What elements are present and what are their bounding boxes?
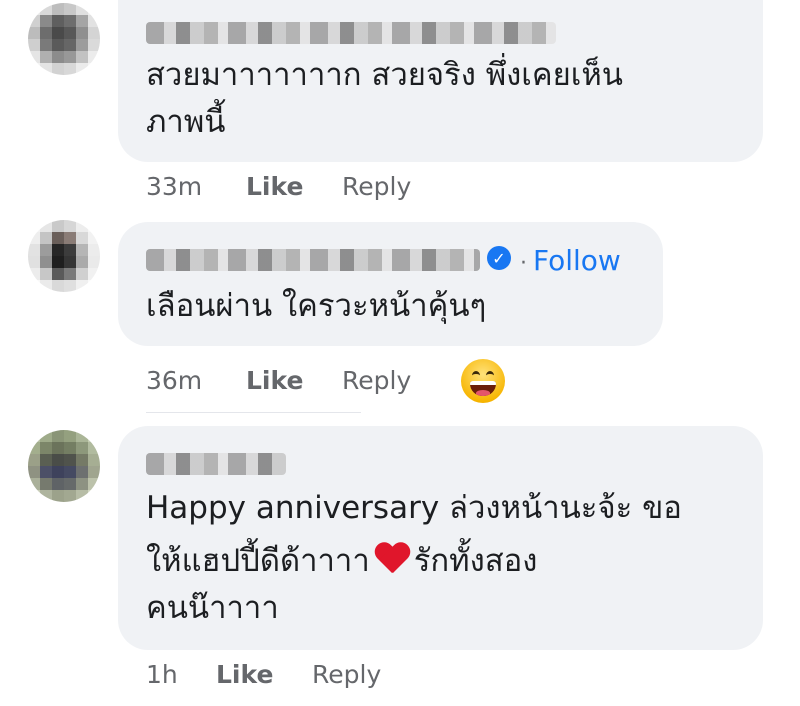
red-heart-emoji-icon bbox=[374, 543, 410, 575]
author-name-redacted[interactable] bbox=[146, 22, 556, 44]
verified-badge-icon: ✓ bbox=[487, 246, 511, 270]
comment-timestamp[interactable]: 36m bbox=[146, 366, 246, 395]
like-button[interactable]: Like bbox=[246, 366, 342, 395]
comment-text-segment: รักทั้งสอง bbox=[413, 543, 538, 579]
reply-button[interactable]: Reply bbox=[312, 660, 381, 689]
comment-text-segment: ให้แฮปปี้ดีด้าาาา bbox=[146, 543, 370, 579]
like-button[interactable]: Like bbox=[246, 172, 342, 201]
comment-actions: 1h Like Reply bbox=[146, 660, 381, 689]
author-name-redacted[interactable] bbox=[146, 249, 480, 271]
comment-text-line: เลือนผ่าน ใครวะหน้าคุ้นๆ bbox=[146, 288, 487, 324]
comment-text-line: สวยมาาาาาาาก สวยจริง พึ่งเคยเห็น bbox=[146, 57, 623, 93]
follow-separator: · bbox=[520, 251, 527, 276]
like-button[interactable]: Like bbox=[216, 660, 312, 689]
comment-text-line: ให้แฮปปี้ดีด้าาาา รักทั้งสอง bbox=[146, 539, 537, 584]
comment-timestamp[interactable]: 1h bbox=[146, 660, 216, 689]
reply-button[interactable]: Reply bbox=[342, 366, 411, 395]
avatar[interactable] bbox=[28, 3, 100, 75]
avatar[interactable] bbox=[28, 430, 100, 502]
divider bbox=[146, 412, 361, 413]
grinning-face-emoji-icon[interactable] bbox=[461, 359, 505, 403]
comment-actions: 33m Like Reply bbox=[146, 172, 411, 201]
comment-actions: 36m Like Reply bbox=[146, 366, 411, 395]
follow-label[interactable]: Follow bbox=[533, 244, 621, 277]
comment-text-line: คนน๊าาาา bbox=[146, 590, 279, 626]
comment-text-line: Happy anniversary ล่วงหน้านะจ้ะ ขอ bbox=[146, 490, 682, 526]
follow-link[interactable]: · Follow bbox=[520, 244, 621, 277]
comment-timestamp[interactable]: 33m bbox=[146, 172, 246, 201]
reply-button[interactable]: Reply bbox=[342, 172, 411, 201]
comment-text-line: ภาพนี้ bbox=[146, 104, 226, 140]
author-name-redacted[interactable] bbox=[146, 453, 286, 475]
avatar[interactable] bbox=[28, 220, 100, 292]
